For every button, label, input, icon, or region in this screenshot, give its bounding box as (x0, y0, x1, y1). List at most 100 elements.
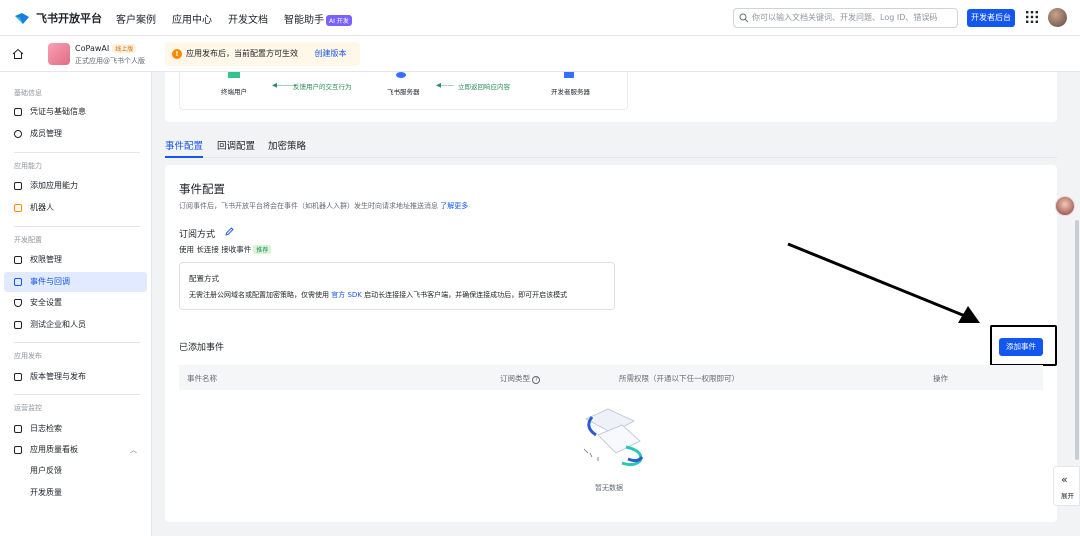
nav-ai-assistant-label: 智能助手 (284, 15, 324, 26)
sidebar-item-label: 成员管理 (30, 129, 62, 138)
sidebar-item-dev-quality[interactable]: 开发质量 (4, 483, 147, 503)
sidebar-item-version-release[interactable]: 版本管理与发布 (4, 367, 147, 387)
sidebar-item-label: 凭证与基础信息 (30, 107, 86, 116)
scrollbar-thumb[interactable] (1075, 220, 1079, 460)
search-input[interactable]: 你可以输入文档关键词、开发问题、Log ID、错误码 (733, 8, 958, 28)
help-icon[interactable]: ? (532, 376, 541, 384)
tab-event-config[interactable]: 事件配置 (165, 138, 204, 158)
sidebar-item-label: 机器人 (30, 203, 54, 212)
flow-node-feishu (396, 72, 406, 78)
events-icon (14, 278, 22, 286)
create-version-link[interactable]: 创建版本 (315, 49, 347, 58)
nav-customer-cases[interactable]: 客户案例 (116, 11, 156, 26)
sidebar-item-label: 权限管理 (30, 255, 62, 264)
dev-console-button[interactable]: 开发者后台 (967, 9, 1015, 27)
learn-more-link[interactable]: 了解更多 (440, 202, 468, 210)
page-scrollbar[interactable] (1074, 72, 1080, 460)
config-tabs: 事件配置 回调配置 加密策略 (165, 138, 1057, 158)
sidebar-divider (14, 342, 140, 343)
event-config-desc: 订阅事件后，飞书开放平台将会在事件（如机器人入群）发生时向请求地址推送消息 了解… (179, 201, 468, 211)
assistant-avatar[interactable] (1055, 196, 1075, 216)
events-table-header: 事件名称 订阅类型 ? 所需权限（开通以下任一权限即可） 操作 (179, 365, 1043, 390)
sidebar-item-add-capability[interactable]: 添加应用能力 (4, 176, 147, 196)
sidebar-section-dev-config: 开发配置 (14, 236, 42, 244)
sidebar-item-label: 开发质量 (30, 488, 62, 497)
feishu-logo[interactable]: 飞书开放平台 (14, 10, 102, 26)
empty-state-text: 暂无数据 (595, 484, 623, 492)
subscribe-mode-title: 订阅方式 (179, 230, 216, 240)
tab-callback-config[interactable]: 回调配置 (217, 138, 255, 158)
sidebar-item-label: 测试企业和人员 (30, 320, 86, 329)
flow-label-dev-server: 开发者服务器 (551, 88, 590, 96)
col-actions: 操作 (933, 374, 948, 383)
sidebar-section-release: 应用发布 (14, 352, 42, 360)
version-icon (14, 373, 22, 381)
permission-icon (14, 256, 22, 264)
app-avatar (48, 43, 70, 65)
sidebar-item-members[interactable]: 成员管理 (4, 124, 147, 144)
desc-text: 订阅事件后，飞书开放平台将会在事件（如机器人入群）发生时向请求地址推送消息 (179, 202, 438, 210)
flow-node-dev-server (564, 72, 574, 78)
search-icon (739, 13, 749, 23)
sidebar-item-security[interactable]: 安全设置 (4, 293, 147, 313)
sidebar-item-log-search[interactable]: 日志检索 (4, 419, 147, 439)
col-subscribe-type: 订阅类型 ? (500, 373, 541, 384)
app-subtitle: 正式应用@飞书个人版 (75, 57, 145, 65)
sidebar-section-capabilities: 应用能力 (14, 162, 42, 170)
sidebar-item-permissions[interactable]: 权限管理 (4, 250, 147, 270)
double-chevron-left-icon: « (1061, 473, 1068, 486)
sidebar-section-monitoring: 运营监控 (14, 404, 42, 412)
annotation-arrow (787, 242, 980, 323)
log-icon (14, 425, 22, 433)
event-config-title: 事件配置 (179, 182, 225, 196)
sidebar-item-test-tenant[interactable]: 测试企业和人员 (4, 315, 147, 335)
sidebar-section-basic: 基础信息 (14, 89, 42, 97)
nav-dev-docs[interactable]: 开发文档 (228, 11, 268, 26)
add-event-button[interactable]: 添加事件 (999, 338, 1043, 356)
flow-label-feishu-server: 飞书服务器 (387, 88, 420, 96)
sidebar-divider (14, 226, 140, 227)
warning-icon: ! (172, 49, 182, 59)
live-badge: 线上版 (112, 44, 137, 53)
user-avatar[interactable] (1048, 8, 1067, 27)
nav-app-center[interactable]: 应用中心 (172, 11, 212, 26)
notice-text: 应用发布后，当前配置方可生效 (186, 49, 298, 58)
chart-icon (14, 446, 22, 454)
sidebar-item-label: 日志检索 (30, 424, 62, 433)
expand-panel-button[interactable]: « 展开 (1053, 466, 1080, 506)
connection-mode: 使用 长连接 接收事件 推荐 (179, 244, 272, 255)
config-method-text: 无需注册公网域名或配置加密策略，仅需使用 官方 SDK 启动长连接接入飞书客户端… (189, 290, 567, 300)
tab-encryption[interactable]: 加密策略 (268, 138, 306, 158)
config-method-title: 配置方式 (189, 274, 219, 283)
top-nav: 客户案例 应用中心 开发文档 智能助手 AI 开发 (116, 11, 352, 26)
publish-notice: ! 应用发布后，当前配置方可生效 创建版本 (165, 42, 360, 66)
feishu-logo-icon (15, 12, 29, 24)
sidebar-item-events-callbacks[interactable]: 事件与回调 (4, 272, 147, 292)
test-tenant-icon (14, 321, 22, 329)
logo-text: 飞书开放平台 (36, 12, 102, 25)
app-header-bar: CoPawAI 线上版 正式应用@飞书个人版 ! 应用发布后，当前配置方可生效 创… (0, 36, 1080, 72)
flow-label-user: 终端用户 (221, 88, 247, 96)
add-capability-icon (14, 182, 22, 190)
top-bar: 飞书开放平台 客户案例 应用中心 开发文档 智能助手 AI 开发 你可以输入文档关… (0, 0, 1080, 36)
expand-label: 展开 (1061, 492, 1074, 500)
sidebar-item-quality-dashboard[interactable]: 应用质量看板 ︿ (4, 440, 147, 460)
col-event-name: 事件名称 (187, 374, 217, 383)
sidebar-item-label: 用户反馈 (30, 466, 62, 475)
person-icon (14, 130, 22, 138)
home-icon[interactable] (12, 48, 24, 60)
col-subscribe-type-label: 订阅类型 (500, 374, 530, 383)
config-text-part1: 无需注册公网域名或配置加密策略，仅需使用 (189, 291, 329, 299)
official-sdk-link[interactable]: 官方 SDK (331, 291, 362, 299)
app-grid-icon[interactable] (1026, 11, 1038, 23)
nav-ai-assistant[interactable]: 智能助手 AI 开发 (284, 11, 352, 26)
app-name: CoPawAI 线上版 (75, 44, 137, 53)
sidebar-item-user-feedback[interactable]: 用户反馈 (4, 461, 147, 481)
bot-icon (14, 204, 22, 212)
sidebar-item-bot[interactable]: 机器人 (4, 198, 147, 218)
config-method-box (179, 262, 615, 310)
edit-icon[interactable] (225, 227, 234, 236)
flow-label-response: 立即返回响应内容 (458, 83, 510, 91)
sidebar-item-credentials[interactable]: 凭证与基础信息 (4, 102, 147, 122)
credentials-icon (14, 108, 22, 116)
